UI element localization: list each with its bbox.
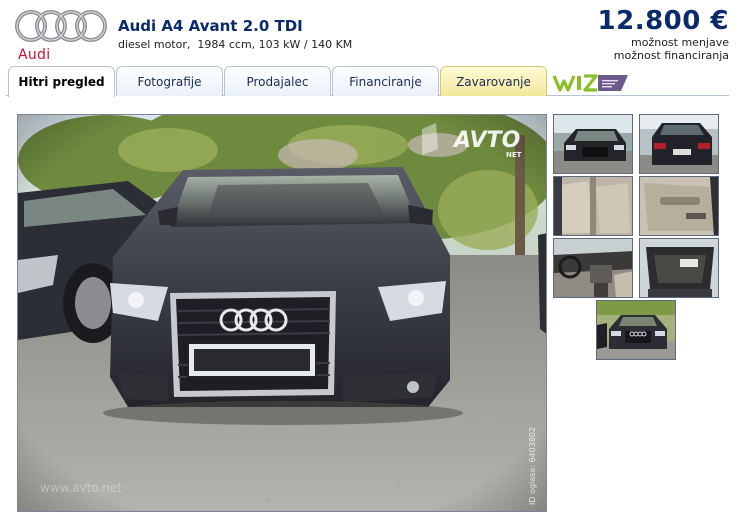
car-front-thumb[interactable] <box>553 114 633 174</box>
title-block: Audi A4 Avant 2.0 TDI diesel motor, 1984… <box>118 17 352 51</box>
wiz-logo-icon[interactable] <box>552 70 630 96</box>
watermark-id-text: ID oglasa: 6403802 <box>528 427 537 505</box>
tab-seller[interactable]: Prodajalec <box>224 66 331 96</box>
tab-quick-overview[interactable]: Hitri pregled <box>8 66 115 97</box>
car-front-thumb-2-icon <box>597 301 675 359</box>
tab-financing[interactable]: Financiranje <box>332 66 439 96</box>
car-front-thumb-icon <box>554 115 632 173</box>
tab-insurance[interactable]: Zavarovanje <box>440 66 547 96</box>
listing-header: Audi Audi A4 Avant 2.0 TDI diesel motor,… <box>0 0 741 66</box>
audi-logo[interactable]: Audi <box>12 6 112 64</box>
watermark-net-text: NET <box>506 151 522 159</box>
door-panel-thumb-icon <box>640 177 718 235</box>
price-note-financing: možnost financiranja <box>613 49 729 62</box>
interior-seats-thumb[interactable] <box>553 176 633 236</box>
car-photo-image: AVTO NET ID oglasa: 6403802 www.avto.net <box>18 115 546 511</box>
trunk-thumb[interactable] <box>639 238 719 298</box>
car-rear-thumb[interactable] <box>639 114 719 174</box>
audi-logo-text: Audi <box>18 47 51 63</box>
audi-rings-icon <box>15 10 107 42</box>
thumbnail-gallery <box>553 114 723 364</box>
watermark-avto-text: AVTO <box>452 128 520 153</box>
price: 12.800 € <box>597 6 729 36</box>
price-note-exchange: možnost menjave <box>631 36 729 49</box>
car-title: Audi A4 Avant 2.0 TDI <box>118 17 303 35</box>
price-block: 12.800 € možnost menjave možnost financi… <box>598 6 729 62</box>
car-front-thumb-2[interactable] <box>596 300 676 360</box>
car-rear-thumb-icon <box>640 115 718 173</box>
dashboard-thumb[interactable] <box>553 238 633 298</box>
interior-seats-thumb-icon <box>554 177 632 235</box>
car-specs: diesel motor, 1984 ccm, 103 kW / 140 KM <box>118 38 353 51</box>
tab-photos[interactable]: Fotografije <box>116 66 223 96</box>
dashboard-thumb-icon <box>554 239 632 297</box>
door-panel-thumb[interactable] <box>639 176 719 236</box>
trunk-thumb-icon <box>640 239 718 297</box>
watermark-site-text: www.avto.net <box>40 481 122 495</box>
main-car-photo[interactable]: AVTO NET ID oglasa: 6403802 www.avto.net <box>17 114 547 512</box>
